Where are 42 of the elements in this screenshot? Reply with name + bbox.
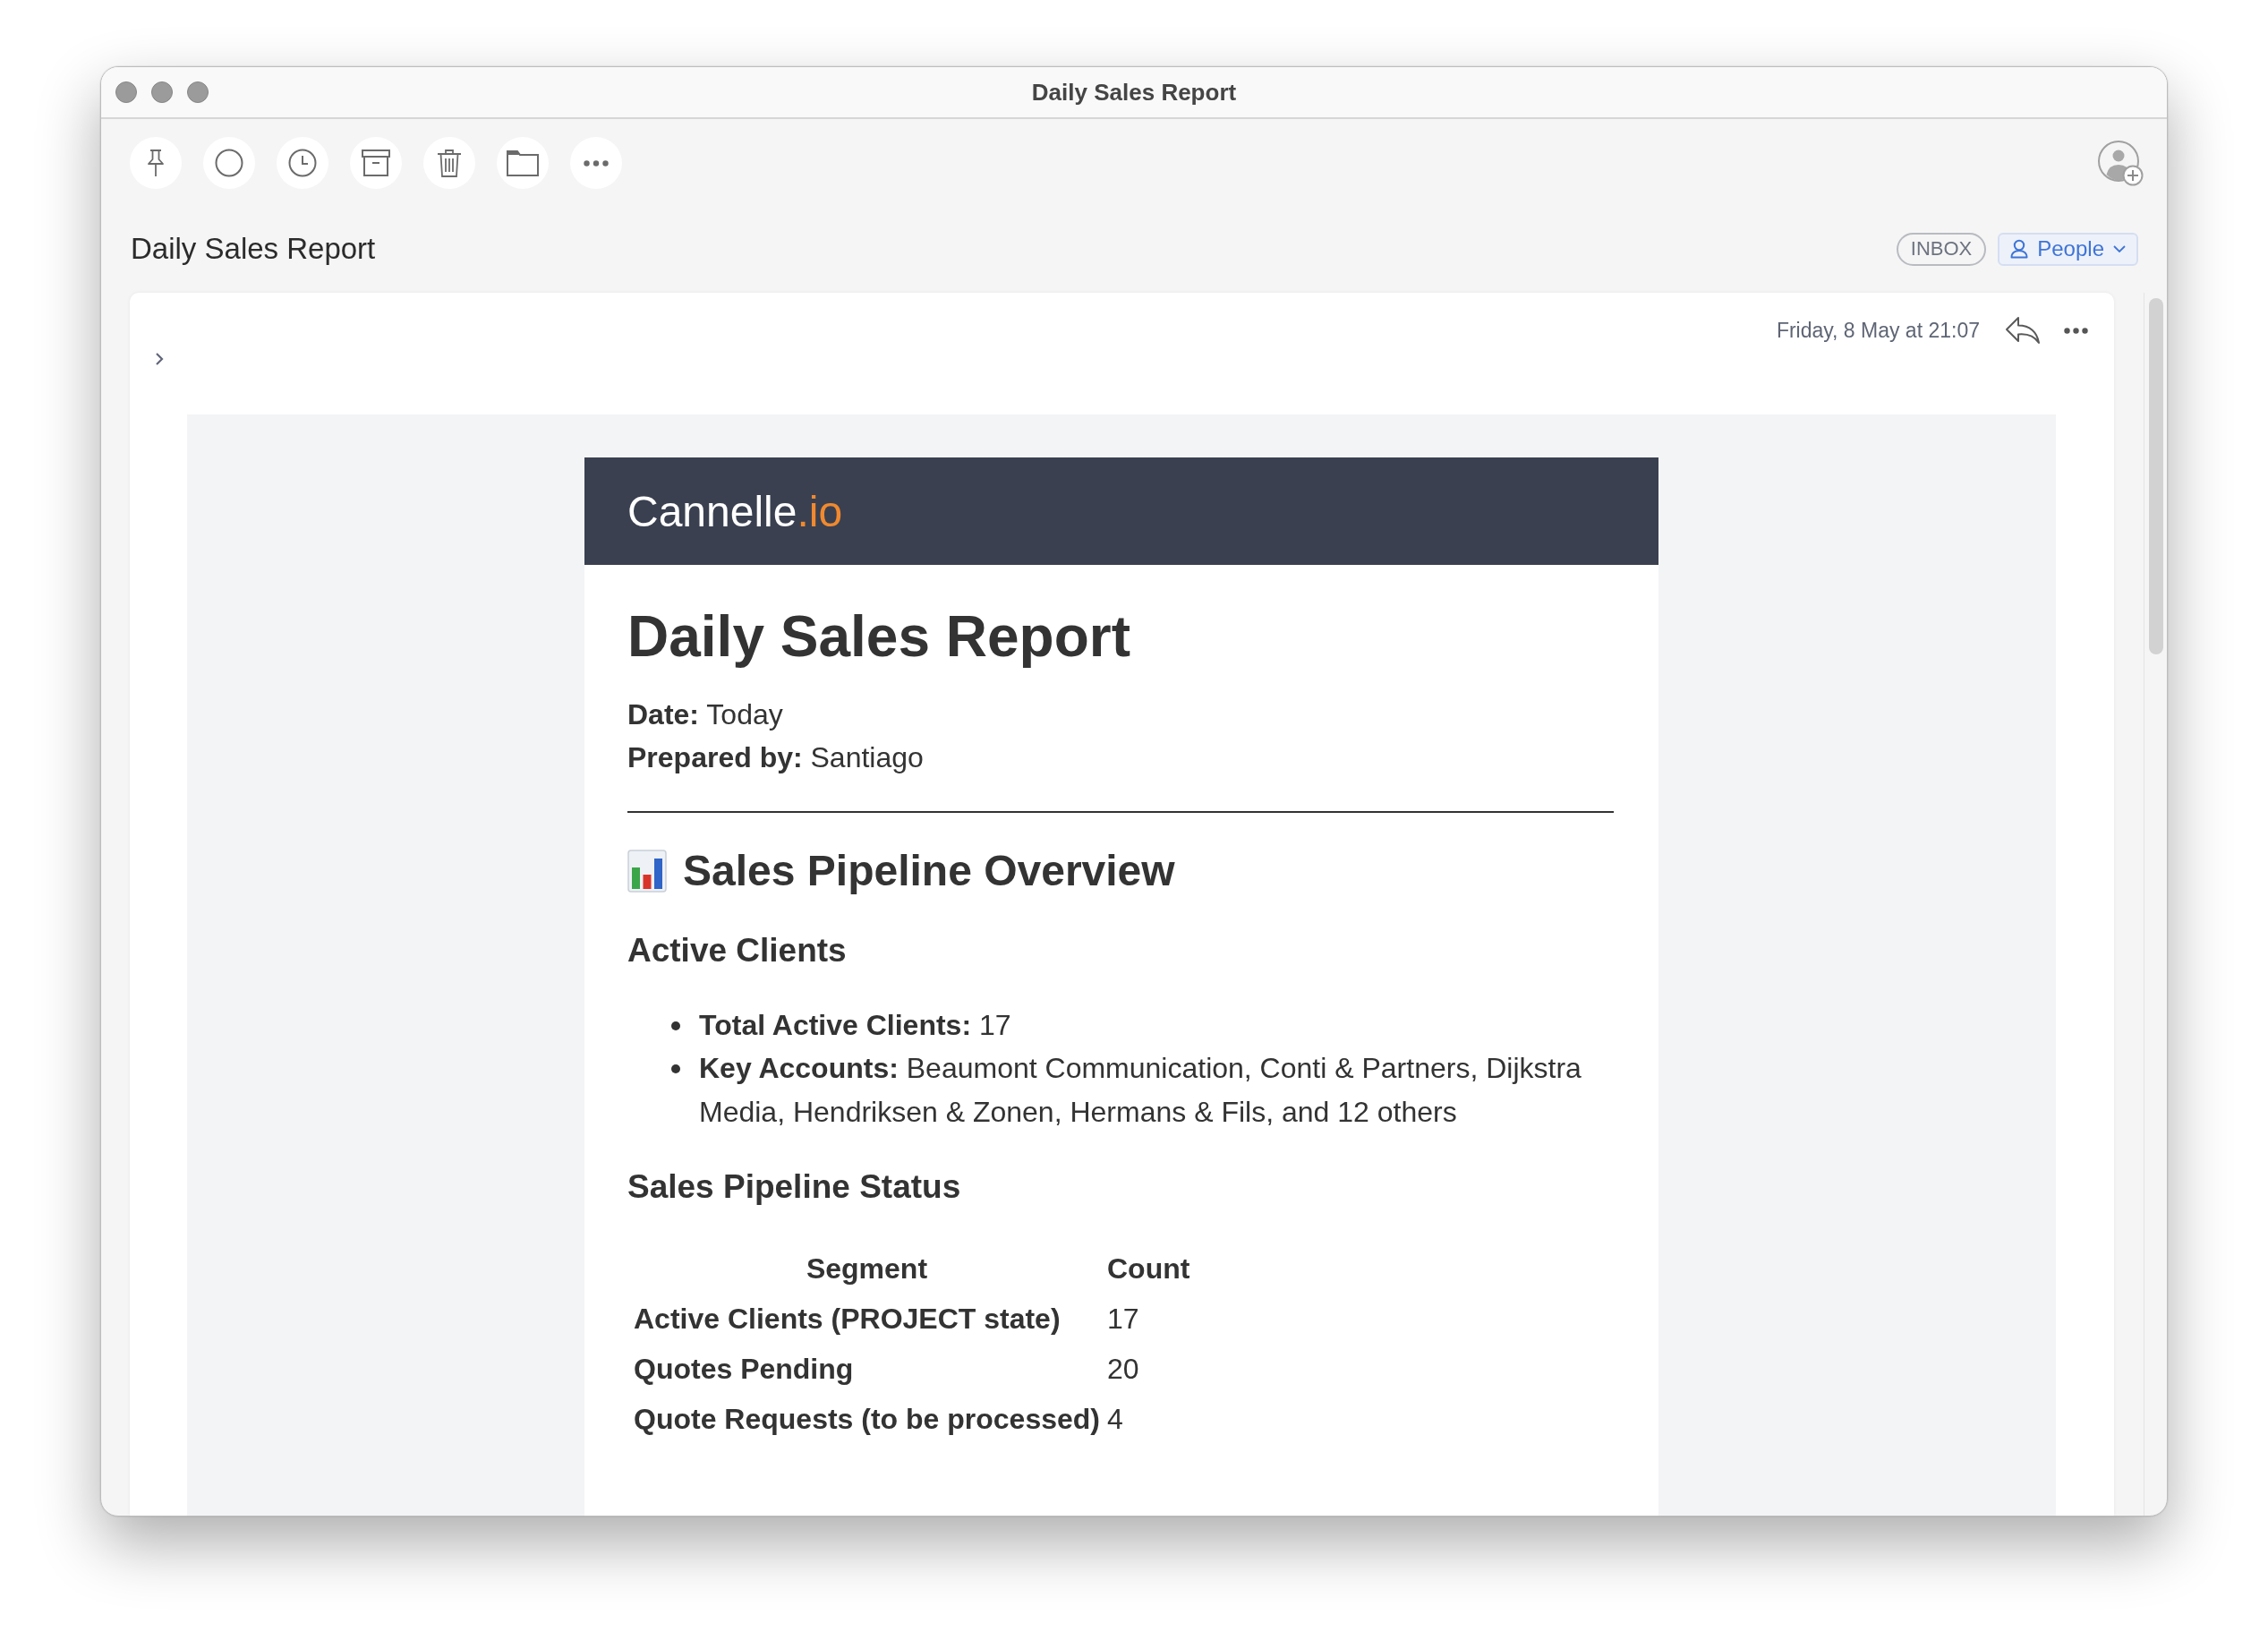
bullet-icon xyxy=(671,1021,680,1030)
message-subject: Daily Sales Report xyxy=(131,232,376,266)
table-cell-text: 20 xyxy=(1106,1352,1140,1388)
table-cell-text: Quote Requests (to be processed) xyxy=(633,1402,1101,1438)
report-meta: Date: Today xyxy=(627,696,784,732)
more-icon[interactable] xyxy=(2064,327,2088,334)
close-button[interactable] xyxy=(115,81,137,103)
archive-icon xyxy=(362,150,390,176)
reply-icon[interactable] xyxy=(2005,316,2041,345)
subsection-heading: Active Clients xyxy=(627,930,848,970)
people-dropdown[interactable]: People xyxy=(1998,232,2138,266)
table-cell-text: Active Clients (PROJECT state) xyxy=(633,1302,1062,1337)
report-title: Daily Sales Report xyxy=(627,603,1131,671)
scrollbar-thumb[interactable] xyxy=(2149,298,2163,654)
subsection-heading: Sales Pipeline Status xyxy=(627,1167,962,1208)
minimize-button[interactable] xyxy=(151,81,173,103)
chevron-down-icon xyxy=(2113,245,2126,252)
report-meta: Prepared by: Santiago xyxy=(627,739,925,775)
message-date: Friday, 8 May at 21:07 xyxy=(1776,318,1980,343)
brand-logo: Cannelle.io xyxy=(627,486,843,536)
mailbox-tag: INBOX xyxy=(1896,232,1987,266)
folder-icon xyxy=(507,150,539,176)
table-cell-text: 17 xyxy=(1106,1302,1140,1337)
column-header: Count xyxy=(1106,1252,1191,1287)
pin-icon xyxy=(145,149,166,177)
zoom-button[interactable] xyxy=(187,81,209,103)
table-cell-text: Quotes Pending xyxy=(633,1352,855,1388)
person-icon xyxy=(2010,239,2029,259)
trash-icon xyxy=(437,149,462,177)
section-heading: Sales Pipeline Overview xyxy=(683,845,1175,896)
circle-icon xyxy=(215,149,243,177)
more-icon xyxy=(584,159,609,167)
list-item: Key Accounts: Beaumont Communication, Conti & Partners, Dijkstra Media, Hendriksen & Zonen, Hermans & Fils, and 12 others xyxy=(699,1051,1582,1130)
add-person-icon[interactable] xyxy=(2097,140,2144,186)
window-title: Daily Sales Report xyxy=(1031,78,1237,107)
list-item: Total Active Clients: 17 xyxy=(699,1007,1011,1043)
clock-icon xyxy=(288,149,317,177)
column-header: Segment xyxy=(805,1252,929,1287)
bullet-icon xyxy=(671,1064,680,1074)
bar-chart-icon xyxy=(627,849,667,893)
chevron-icon[interactable] xyxy=(155,352,164,366)
table-cell-text: 4 xyxy=(1106,1402,1124,1438)
